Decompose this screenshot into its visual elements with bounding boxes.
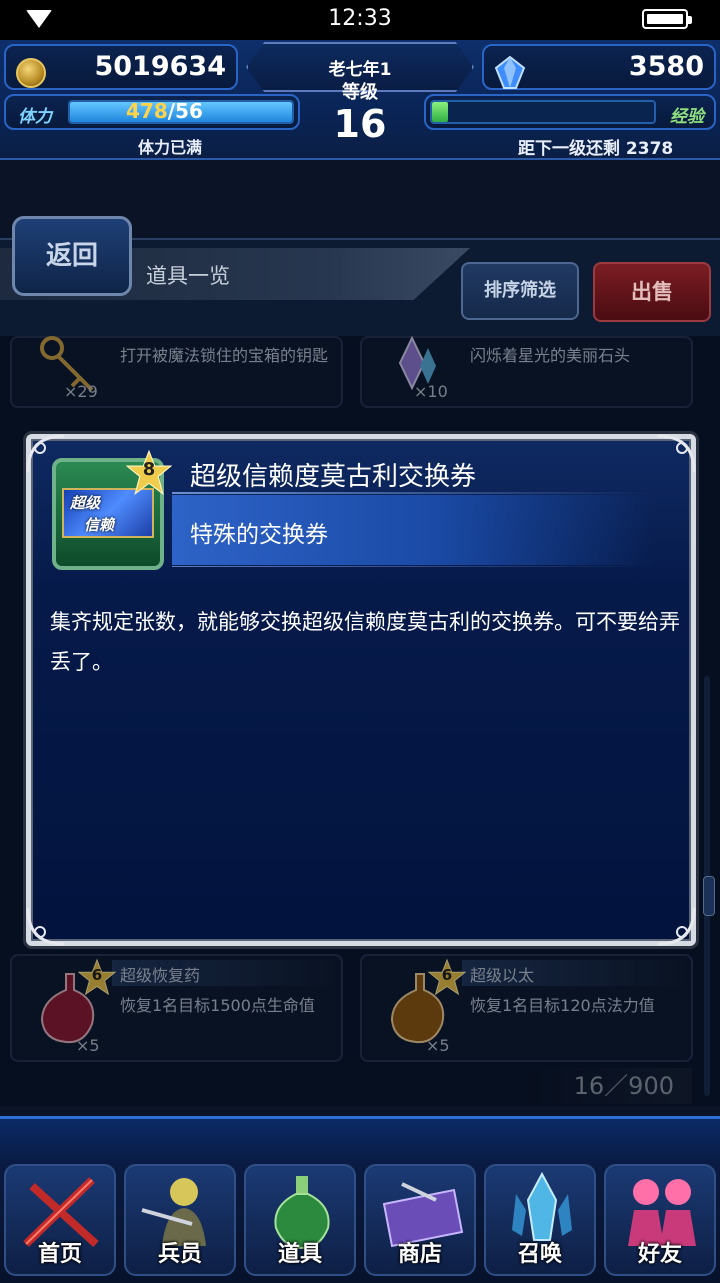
battery-icon bbox=[642, 9, 692, 29]
nav-friends[interactable]: 好友 bbox=[604, 1164, 716, 1276]
nav-label: 道具 bbox=[277, 1242, 322, 1267]
status-bar: 12:33 bbox=[0, 0, 720, 40]
stamina-max: /56 bbox=[167, 99, 203, 123]
sort-filter-button[interactable]: 排序筛选 bbox=[461, 262, 579, 320]
gil-amount: 5019634 bbox=[94, 51, 226, 82]
nav-units[interactable]: 兵员 bbox=[124, 1164, 236, 1276]
nav-label: 商店 bbox=[397, 1242, 442, 1267]
exp-label: 经验 bbox=[670, 107, 704, 127]
sell-button[interactable]: 出售 bbox=[593, 262, 711, 322]
item-name: 超级信赖度莫古利交换券 bbox=[190, 462, 477, 492]
corner-ornament-icon bbox=[657, 907, 696, 946]
gil-coin-icon bbox=[16, 58, 46, 88]
ticket-text-bottom: 信赖 bbox=[84, 516, 115, 534]
nav-home[interactable]: 首页 bbox=[4, 1164, 116, 1276]
nav-summon[interactable]: 召唤 bbox=[484, 1164, 596, 1276]
nav-items[interactable]: 道具 bbox=[244, 1164, 356, 1276]
gem-amount: 3580 bbox=[628, 51, 704, 82]
exp-remaining: 距下一级还剩 2378 bbox=[518, 139, 674, 159]
corner-ornament-icon bbox=[26, 907, 65, 946]
status-time: 12:33 bbox=[328, 6, 392, 31]
ticket-text-top: 超级 bbox=[70, 494, 101, 512]
level-box: 老七年1 等级 16 bbox=[246, 40, 474, 156]
nav-label: 召唤 bbox=[517, 1242, 562, 1267]
stamina-current: 478 bbox=[126, 99, 168, 123]
corner-ornament-icon bbox=[657, 434, 696, 473]
item-description: 集齐规定张数，就能够交换超级信赖度莫古利的交换券。可不要给弄丢了。 bbox=[50, 610, 680, 674]
rank-number: 8 bbox=[142, 459, 156, 480]
lapis-gem-icon bbox=[494, 56, 526, 89]
nav-shop[interactable]: 商店 bbox=[364, 1164, 476, 1276]
stamina-label: 体力 bbox=[18, 107, 52, 127]
level-label: 等级 bbox=[342, 82, 378, 103]
gem-panel: 3580 bbox=[482, 44, 716, 90]
divider bbox=[172, 492, 652, 494]
page-title: 道具一览 bbox=[146, 264, 230, 288]
back-button[interactable]: 返回 bbox=[12, 216, 132, 296]
item-category: 特殊的交换券 bbox=[190, 522, 328, 548]
nav-label: 首页 bbox=[37, 1242, 82, 1267]
nav-label: 兵员 bbox=[157, 1242, 202, 1267]
player-name: 老七年1 bbox=[328, 60, 392, 80]
player-level: 16 bbox=[333, 102, 387, 146]
stamina-status: 体力已满 bbox=[138, 138, 203, 157]
gil-panel: 5019634 bbox=[4, 44, 238, 90]
divider bbox=[172, 566, 652, 567]
nav-label: 好友 bbox=[637, 1242, 682, 1267]
